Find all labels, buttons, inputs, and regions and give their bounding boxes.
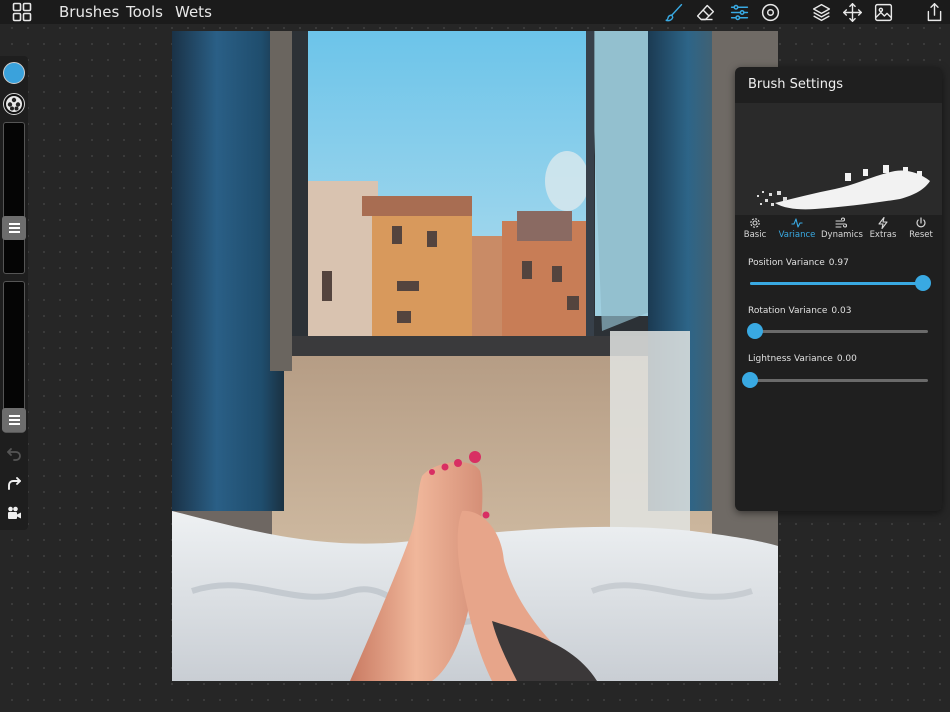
eraser-icon[interactable] [692,0,718,24]
rotation-variance-label: Rotation Variance 0.03 [748,306,851,316]
brush-size-slider[interactable] [3,122,25,274]
lightness-variance-label: Lightness Variance 0.00 [748,354,857,364]
tab-reset[interactable]: Reset [901,217,941,240]
rotation-variance-slider[interactable] [747,323,928,339]
share-icon[interactable] [921,0,947,24]
tab-basic[interactable]: Basic [735,217,775,240]
position-variance-fill [750,282,923,285]
panel-title: Brush Settings [748,77,843,92]
power-icon [916,217,926,228]
tab-basic-label: Basic [743,230,767,240]
left-toolbar [0,56,28,530]
position-variance-name: Position Variance [748,258,825,268]
lightning-icon [878,217,888,229]
gallery-grid-icon[interactable] [10,1,34,23]
tab-dynamics[interactable]: Dynamics [821,217,863,240]
rotation-variance-value: 0.03 [831,306,852,316]
tools-menu[interactable]: Tools [126,1,163,23]
brush-size-handle[interactable] [2,216,26,240]
brush-settings-tabs: Basic Variance Dynamics Extras Reset [735,215,942,245]
position-variance-slider[interactable] [750,275,931,291]
wind-icon [835,217,847,228]
position-variance-knob[interactable] [914,275,931,291]
layers-icon[interactable] [808,0,834,24]
brush-settings-panel: Brush Settings Basic Variance Dynamics E… [735,67,942,511]
rotation-variance-knob[interactable] [747,323,764,339]
position-variance-value: 0.97 [828,258,849,268]
wets-menu[interactable]: Wets [175,1,212,23]
tab-variance-label: Variance [778,230,816,240]
lightness-variance-name: Lightness Variance [748,354,833,364]
brush-opacity-handle[interactable] [2,408,26,432]
brush-stroke-preview [735,103,942,215]
image-icon[interactable] [870,0,896,24]
position-variance-label: Position Variance 0.97 [748,258,849,268]
brush-texture-icon[interactable] [3,93,25,115]
waveform-icon [791,218,803,228]
lightness-variance-value: 0.00 [836,354,857,364]
undo-icon[interactable] [4,443,24,463]
top-bar: Brushes Tools Wets [0,0,950,24]
lightness-variance-slider[interactable] [742,372,928,388]
video-camera-icon[interactable] [4,503,24,523]
target-icon[interactable] [757,0,783,24]
tab-extras-label: Extras [869,230,897,240]
brushes-menu[interactable]: Brushes [59,1,119,23]
tab-reset-label: Reset [909,230,933,240]
tab-extras[interactable]: Extras [863,217,903,240]
gear-icon [750,218,760,228]
painting-canvas[interactable] [172,31,778,681]
brush-icon[interactable] [661,0,687,24]
rotation-variance-name: Rotation Variance [748,306,828,316]
current-color-swatch[interactable] [3,62,25,84]
sliders-icon[interactable] [726,0,752,24]
move-icon[interactable] [839,0,865,24]
tab-dynamics-label: Dynamics [821,230,863,240]
tab-variance[interactable]: Variance [777,217,817,240]
lightness-variance-knob[interactable] [742,372,758,388]
redo-icon[interactable] [4,473,24,493]
painting-artwork [172,31,778,681]
